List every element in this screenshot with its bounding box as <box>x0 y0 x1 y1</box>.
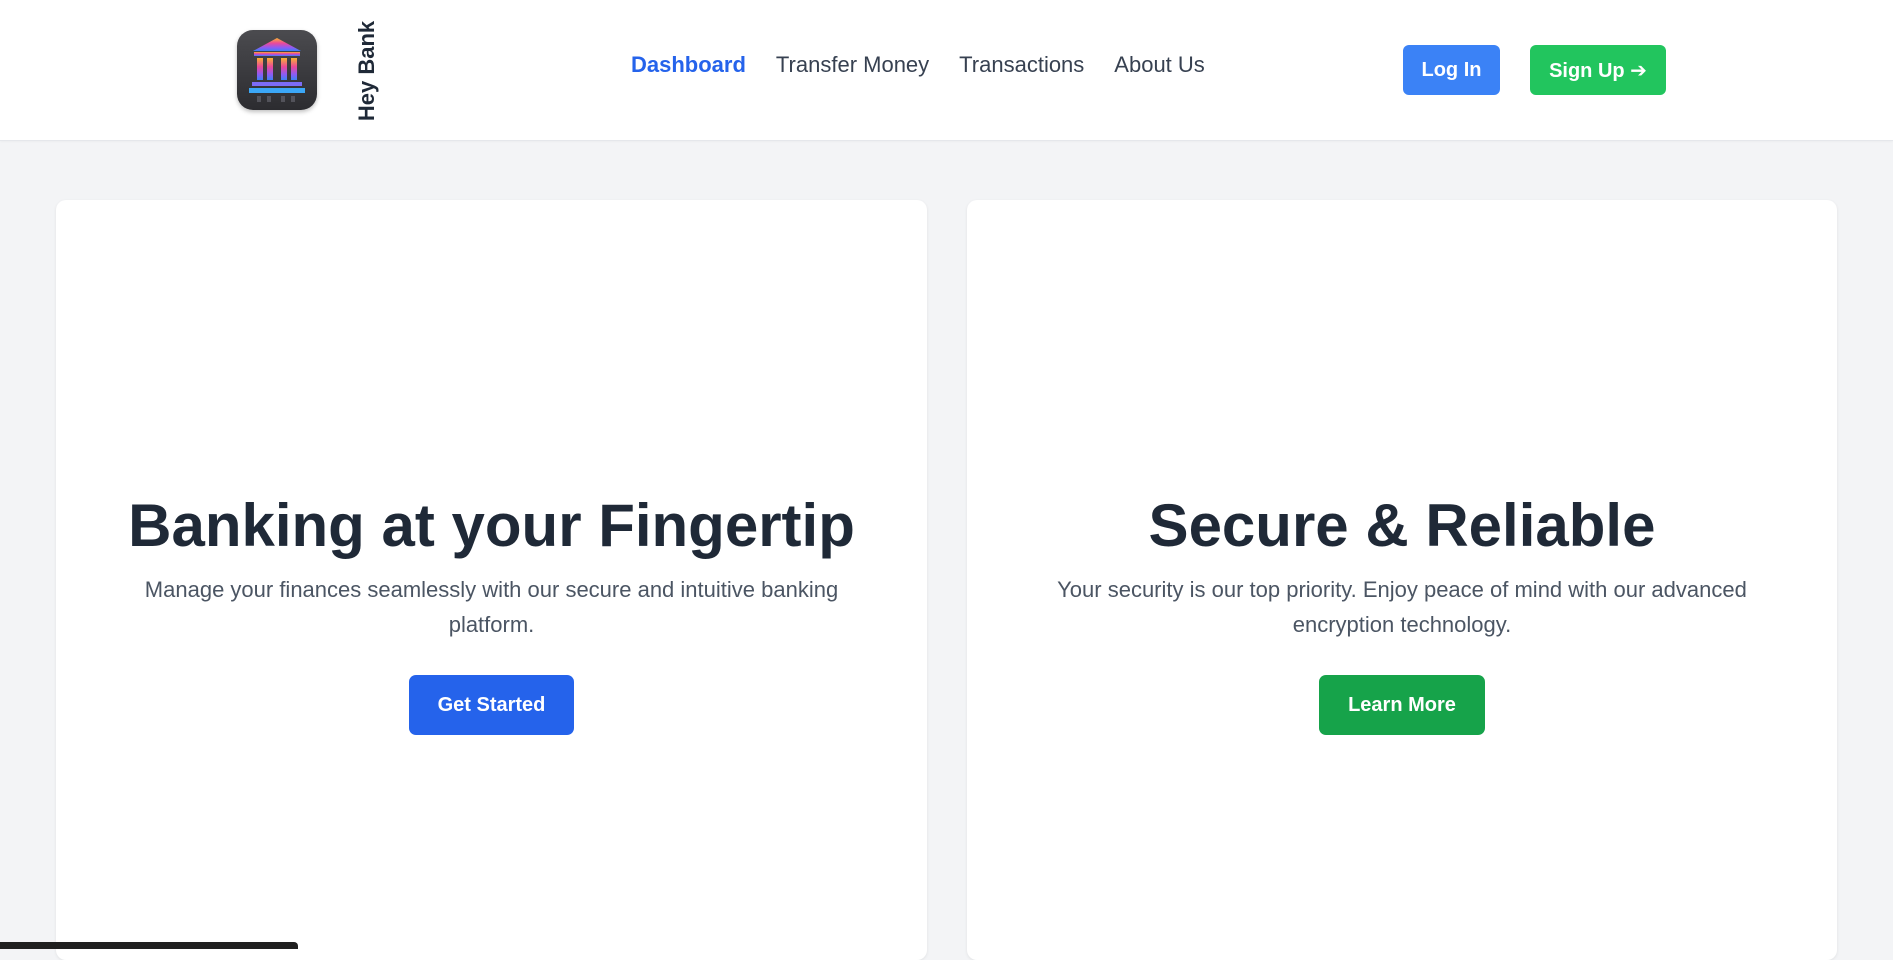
top-navbar: Hey Bank Dashboard Transfer Money Transa… <box>0 0 1893 141</box>
bank-logo-icon[interactable] <box>237 30 317 110</box>
hero-card-security: Secure & Reliable Your security is our t… <box>967 200 1837 960</box>
get-started-button[interactable]: Get Started <box>408 675 575 735</box>
nav-item-dashboard[interactable]: Dashboard <box>631 52 746 78</box>
main-navigation: Dashboard Transfer Money Transactions Ab… <box>631 52 1205 78</box>
brand-name-text: Hey Bank <box>354 20 379 122</box>
hero-card-title: Secure & Reliable <box>1148 492 1656 559</box>
hero-card-title: Banking at your Fingertip <box>128 492 855 559</box>
hero-card-description: Manage your finances seamlessly with our… <box>144 577 839 637</box>
bottom-overlay-bar <box>0 942 298 949</box>
nav-item-transactions[interactable]: Transactions <box>959 52 1084 78</box>
hero-card-description: Your security is our top priority. Enjoy… <box>1057 577 1747 637</box>
brand-name[interactable]: Hey Bank <box>342 20 392 122</box>
login-button[interactable]: Log In <box>1403 45 1500 95</box>
hero-card-content: Banking at your Fingertip Manage your fi… <box>56 490 927 735</box>
nav-item-transfer-money[interactable]: Transfer Money <box>776 52 929 78</box>
hero-card-banking: Banking at your Fingertip Manage your fi… <box>56 200 927 960</box>
signup-button[interactable]: Sign Up ➔ <box>1530 45 1666 95</box>
bank-building-icon <box>249 38 305 102</box>
hero-card-content: Secure & Reliable Your security is our t… <box>967 490 1837 735</box>
learn-more-button[interactable]: Learn More <box>1319 675 1485 735</box>
nav-item-about-us[interactable]: About Us <box>1114 52 1205 78</box>
